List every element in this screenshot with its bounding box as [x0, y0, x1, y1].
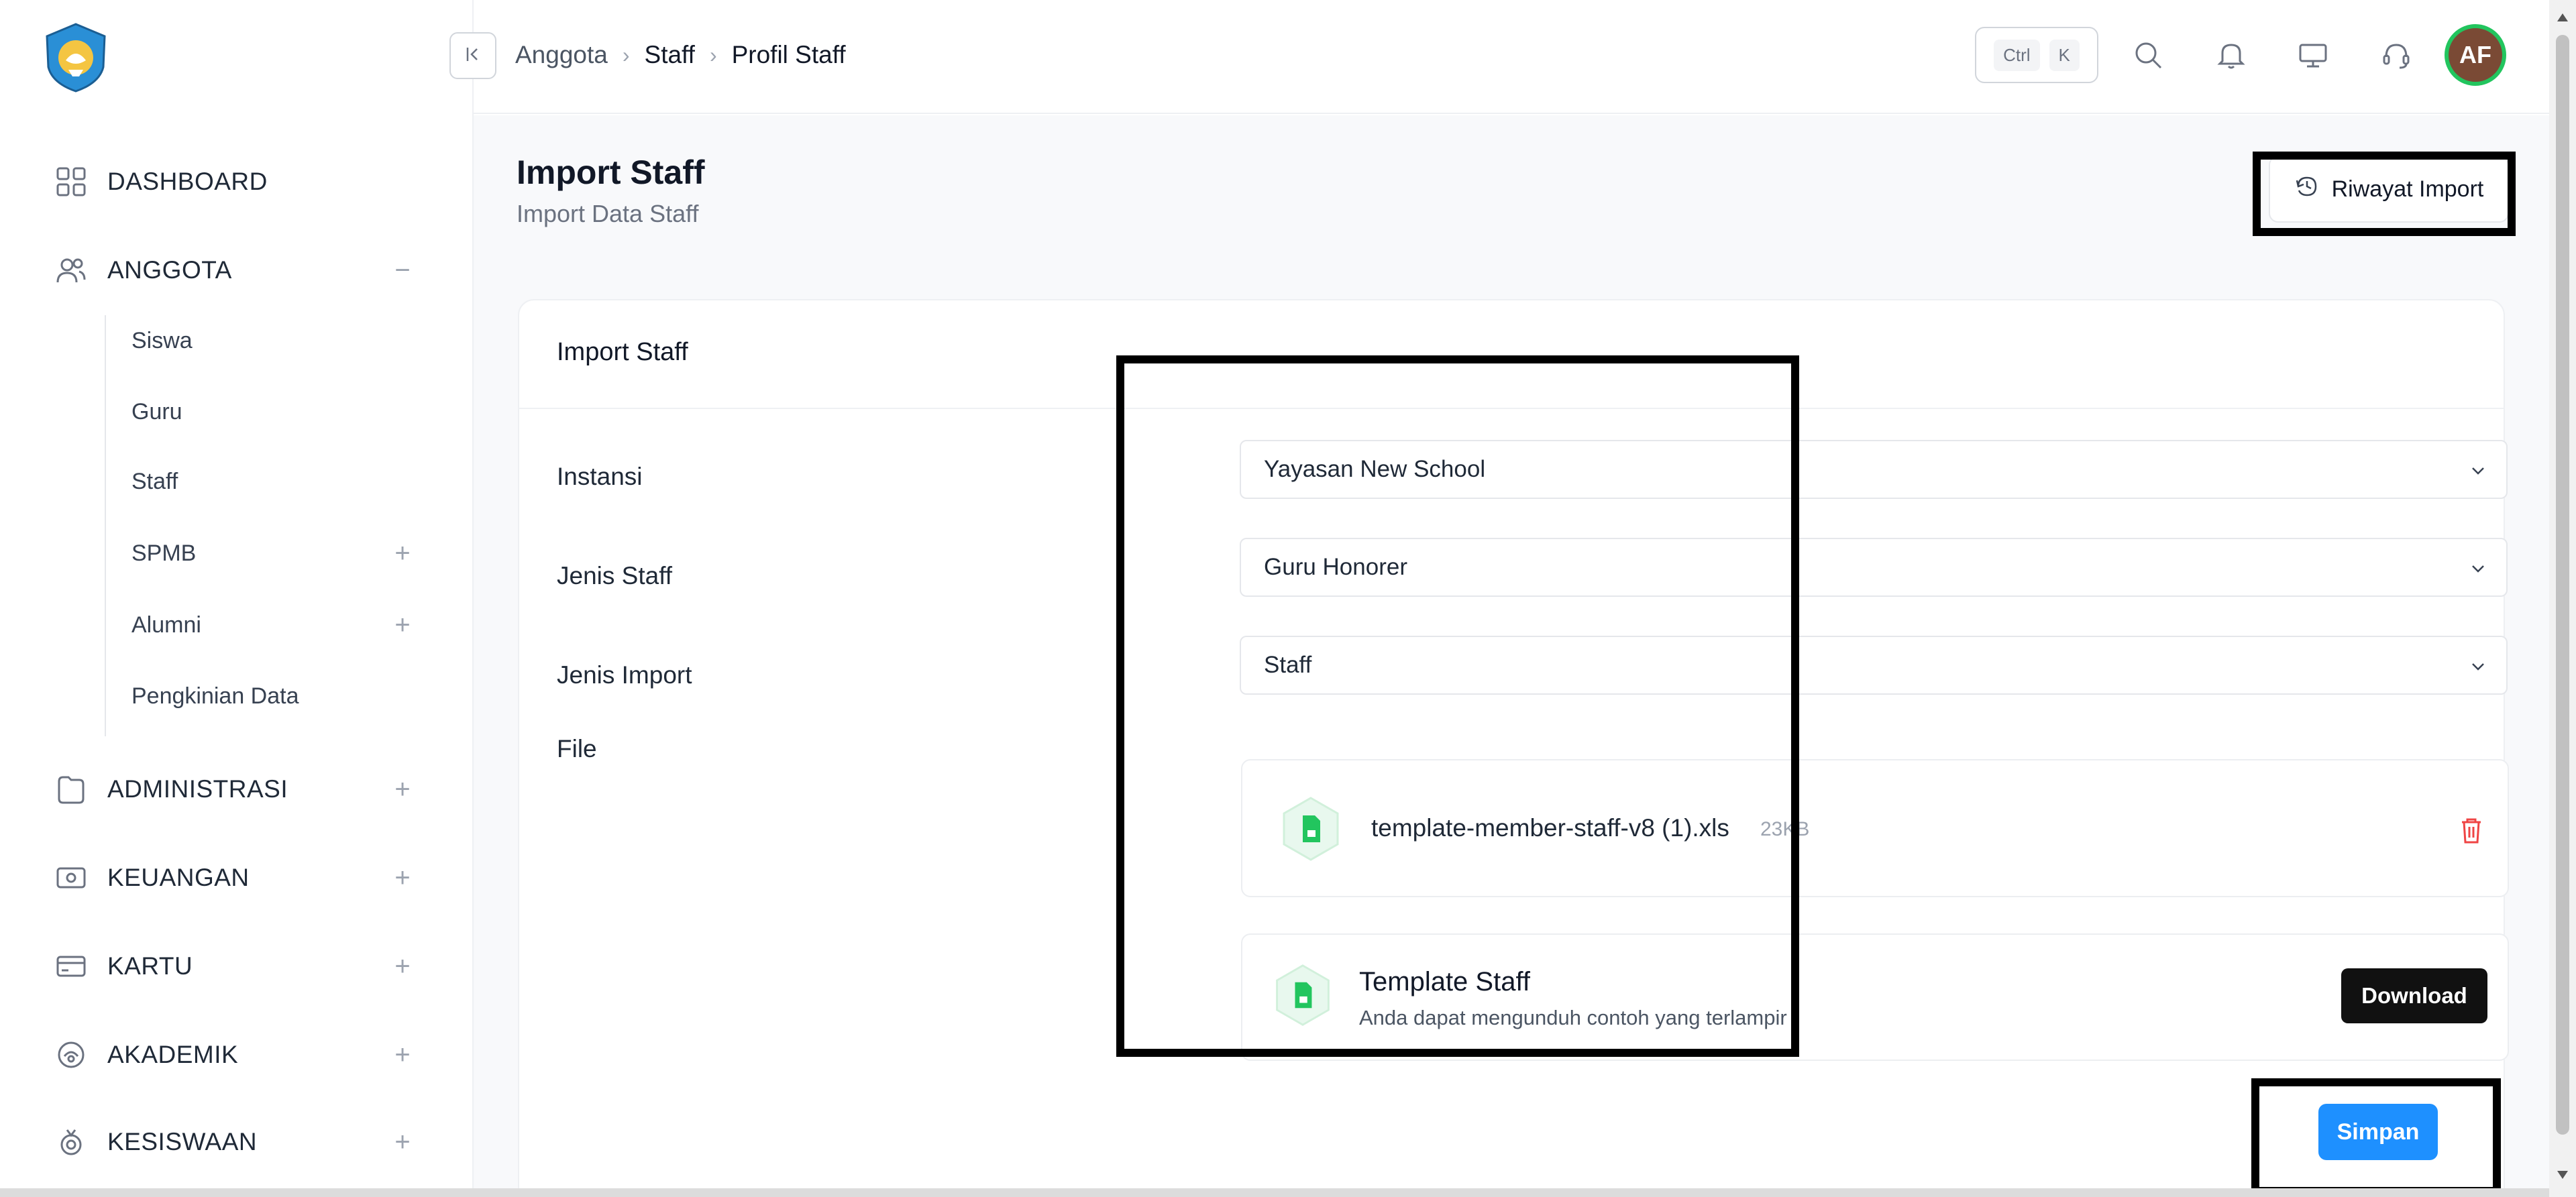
spreadsheet-file-icon	[1277, 795, 1344, 862]
users-icon	[54, 253, 89, 288]
card-icon	[54, 949, 89, 984]
sidebar: DASHBOARD ANGGOTA − Siswa Guru Staff SPM…	[0, 0, 474, 1197]
expand-toggle[interactable]: +	[389, 1040, 416, 1070]
window-bottom-edge	[0, 1188, 2549, 1197]
academic-icon	[54, 1037, 89, 1072]
sidebar-item-label: ANGGOTA	[107, 256, 232, 284]
collapse-toggle[interactable]: −	[389, 255, 416, 286]
file-label: File	[557, 735, 597, 762]
kbd-key: Ctrl	[1994, 39, 2040, 71]
import-card: Import Staff Instansi Jenis Staff Jenis …	[518, 299, 2509, 1197]
sidebar-item-kesiswaan[interactable]: KESISWAAN +	[54, 1119, 416, 1165]
breadcrumb-current: Profil Staff	[731, 41, 846, 68]
sidebar-subitem-label: Siswa	[131, 327, 193, 353]
simpan-button[interactable]: Simpan	[2318, 1104, 2438, 1160]
chevron-down-icon	[2467, 460, 2489, 481]
sidebar-subitem-label: SPMB	[131, 540, 197, 566]
file-size: 23KB	[1760, 818, 1810, 840]
avatar-initials: AF	[2459, 41, 2491, 68]
sidebar-subitem-label: Pengkinian Data	[131, 683, 299, 709]
template-description: Anda dapat mengunduh contoh yang terlamp…	[1359, 1006, 1787, 1029]
sidebar-item-anggota[interactable]: ANGGOTA −	[54, 247, 416, 294]
tut-wuri-handayani-logo[interactable]	[39, 20, 113, 94]
sidebar-subitem-siswa[interactable]: Siswa	[131, 321, 416, 361]
sidebar-item-akademik[interactable]: AKADEMIK +	[54, 1031, 416, 1078]
sidebar-item-label: ADMINISTRASI	[107, 775, 288, 803]
instansi-select[interactable]: Yayasan New School	[1240, 440, 2508, 499]
breadcrumb: Anggota › Staff › Profil Staff	[515, 35, 846, 75]
headset-icon[interactable]	[2376, 35, 2416, 75]
template-title: Template Staff	[1359, 967, 1530, 996]
sidebar-item-keuangan[interactable]: KEUANGAN +	[54, 854, 416, 901]
chevron-down-icon	[2467, 656, 2489, 677]
sidebar-subitem-label: Guru	[131, 398, 182, 424]
scroll-thumb[interactable]	[2556, 35, 2569, 1135]
sidebar-subitem-spmb[interactable]: SPMB +	[131, 533, 416, 573]
scroll-down-icon[interactable]	[2555, 1167, 2571, 1183]
page-title: Import Staff	[517, 154, 705, 191]
chevron-right-icon: ›	[622, 42, 630, 67]
sidebar-subitem-alumni[interactable]: Alumni +	[131, 605, 416, 645]
sidebar-item-dashboard[interactable]: DASHBOARD	[54, 158, 416, 205]
sidebar-subitem-guru[interactable]: Guru	[131, 392, 416, 432]
jenis-import-label: Jenis Import	[557, 661, 692, 689]
badge-icon	[54, 1125, 89, 1159]
grid-icon	[54, 164, 89, 199]
main-content: Import Staff Import Data Staff Riwayat I…	[474, 115, 2549, 1197]
select-value: Guru Honorer	[1264, 554, 1407, 580]
cash-icon	[54, 860, 89, 895]
scroll-up-icon[interactable]	[2555, 9, 2571, 25]
breadcrumb-item[interactable]: Anggota	[515, 41, 608, 69]
card-header: Import Staff	[519, 300, 2504, 409]
page-subtitle: Import Data Staff	[517, 200, 699, 227]
trash-icon[interactable]	[2457, 815, 2486, 845]
search-icon[interactable]	[2128, 35, 2168, 75]
folder-icon	[54, 772, 89, 807]
command-shortcut-button[interactable]: Ctrl K	[1975, 27, 2098, 83]
sidebar-item-kartu[interactable]: KARTU +	[54, 943, 416, 990]
expand-toggle[interactable]: +	[389, 538, 416, 569]
sidebar-item-label: KESISWAAN	[107, 1128, 258, 1155]
download-button[interactable]: Download	[2341, 968, 2487, 1023]
template-card: Template Staff Anda dapat mengunduh cont…	[1241, 933, 2509, 1061]
expand-toggle[interactable]: +	[389, 610, 416, 640]
sidebar-subitem-pengkinian-data[interactable]: Pengkinian Data	[131, 676, 416, 716]
jenis-staff-select[interactable]: Guru Honorer	[1240, 538, 2508, 597]
topbar: Anggota › Staff › Profil Staff Ctrl K AF	[449, 0, 2549, 114]
expand-toggle[interactable]: +	[389, 863, 416, 893]
app-root: DASHBOARD ANGGOTA − Siswa Guru Staff SPM…	[0, 0, 2576, 1197]
sidebar-subitem-label: Alumni	[131, 612, 201, 638]
expand-toggle[interactable]: +	[389, 775, 416, 805]
avatar[interactable]: AF	[2445, 24, 2506, 86]
card-title: Import Staff	[557, 338, 688, 366]
collapse-sidebar-button[interactable]	[449, 32, 496, 79]
highlight-frame	[2253, 152, 2516, 236]
vertical-scrollbar[interactable]	[2549, 0, 2576, 1197]
jenis-staff-label: Jenis Staff	[557, 562, 673, 589]
sidebar-subitem-label: Staff	[131, 468, 178, 494]
monitor-icon[interactable]	[2293, 35, 2333, 75]
uploaded-file-card: template-member-staff-v8 (1).xls 23KB	[1241, 759, 2509, 897]
breadcrumb-item[interactable]: Staff	[645, 41, 695, 69]
sidebar-item-label: KARTU	[107, 952, 193, 980]
file-name: template-member-staff-v8 (1).xls	[1371, 814, 1729, 842]
collapse-left-icon	[462, 44, 484, 68]
sidebar-item-administrasi[interactable]: ADMINISTRASI +	[54, 766, 416, 813]
kbd-key: K	[2049, 39, 2080, 71]
expand-toggle[interactable]: +	[389, 952, 416, 982]
sidebar-item-label: DASHBOARD	[107, 168, 268, 195]
chevron-down-icon	[2467, 558, 2489, 579]
select-value: Staff	[1264, 652, 1312, 678]
bell-icon[interactable]	[2211, 35, 2251, 75]
sidebar-subitem-staff[interactable]: Staff	[131, 461, 416, 502]
chevron-right-icon: ›	[709, 42, 717, 67]
sidebar-item-label: AKADEMIK	[107, 1041, 239, 1068]
select-value: Yayasan New School	[1264, 456, 1486, 482]
sidebar-item-label: KEUANGAN	[107, 864, 250, 891]
submenu-guide-line	[105, 315, 106, 736]
spreadsheet-file-icon	[1271, 963, 1335, 1027]
jenis-import-select[interactable]: Staff	[1240, 636, 2508, 695]
instansi-label: Instansi	[557, 463, 643, 490]
expand-toggle[interactable]: +	[389, 1127, 416, 1157]
